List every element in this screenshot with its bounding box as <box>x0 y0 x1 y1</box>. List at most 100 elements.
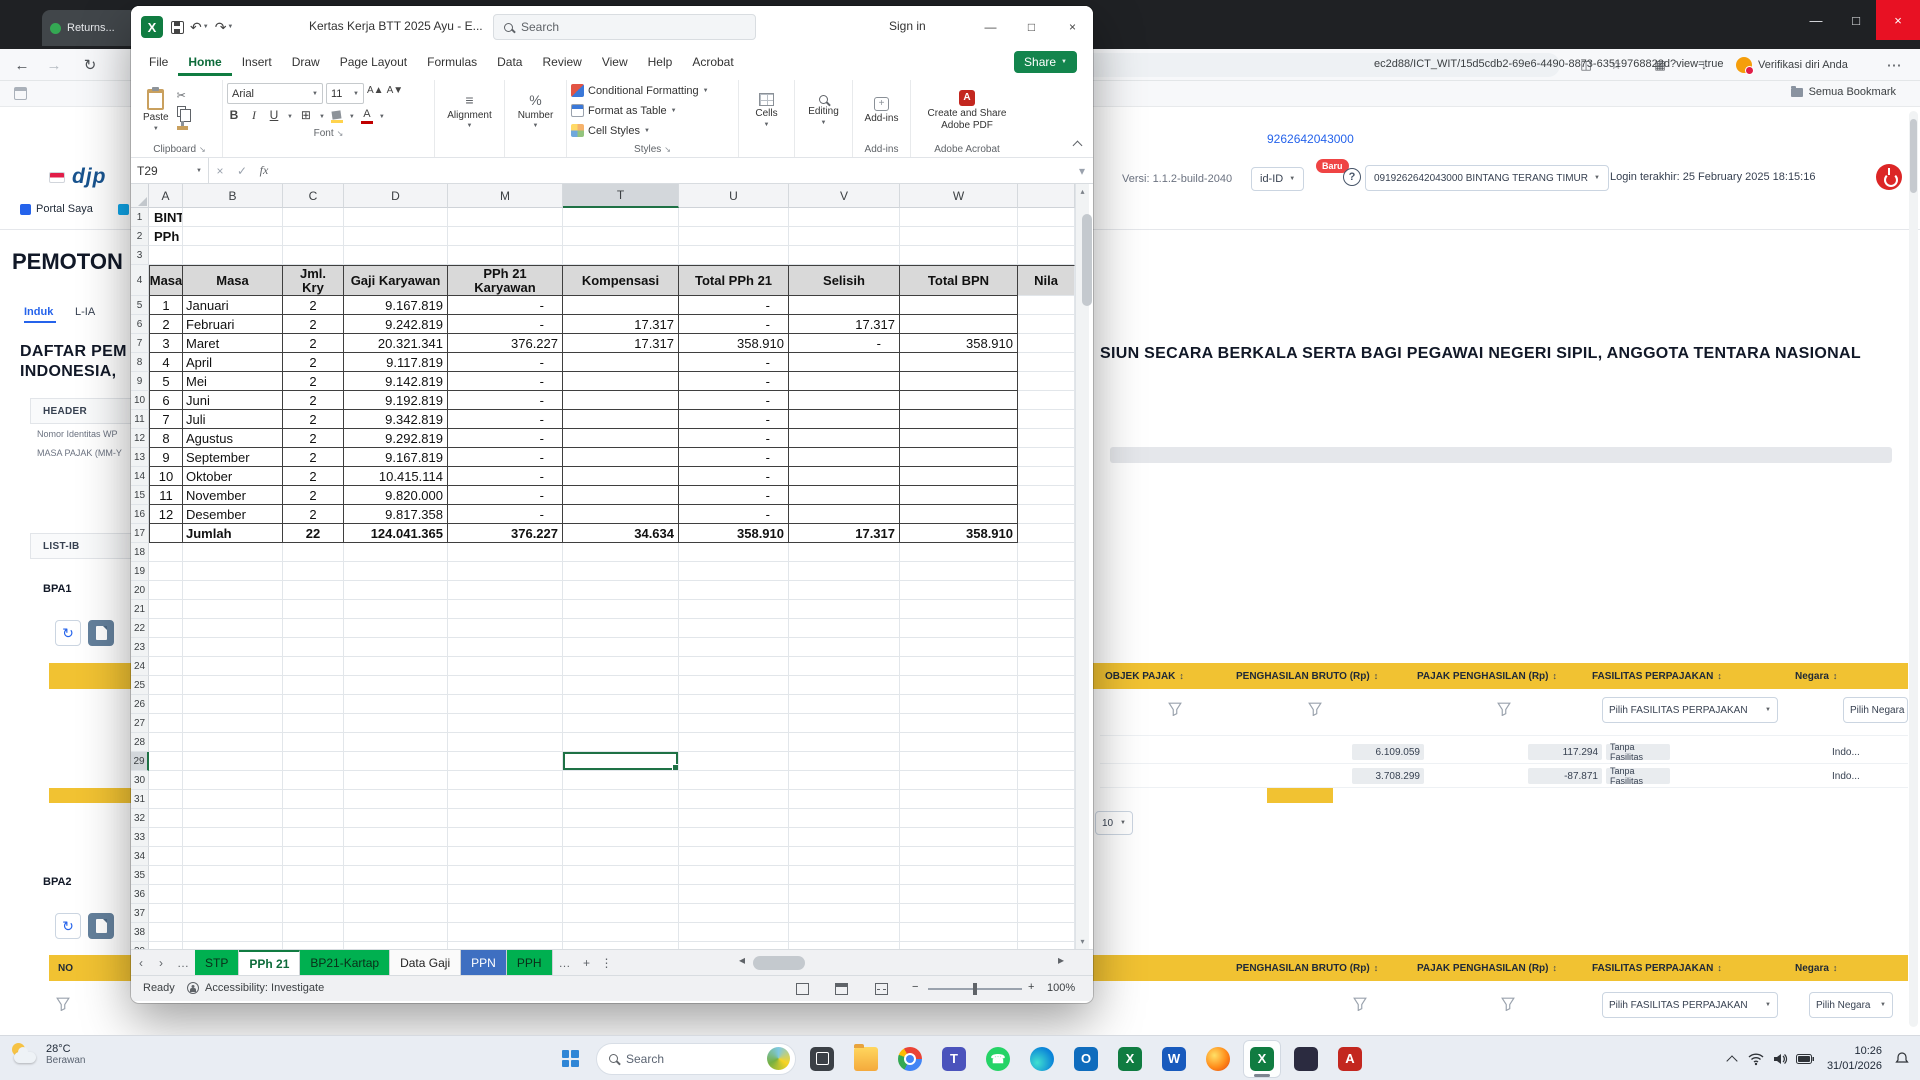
cell-W13[interactable] <box>900 448 1018 467</box>
cell-D6[interactable]: 9.242.819 <box>344 315 448 334</box>
cell-U4[interactable]: Total PPh 21 <box>679 265 789 296</box>
decrease-font-icon[interactable]: A▼ <box>387 85 404 102</box>
cell-W14[interactable] <box>900 467 1018 486</box>
cell-partial22[interactable] <box>1018 619 1075 638</box>
taskbar-app-excel[interactable]: X <box>1111 1040 1149 1078</box>
cell-A17[interactable] <box>149 524 183 543</box>
collapse-ribbon-icon[interactable] <box>1073 141 1083 151</box>
cell-V13[interactable] <box>789 448 900 467</box>
cell-U31[interactable] <box>679 790 789 809</box>
cell-U14[interactable]: - <box>679 467 789 486</box>
cell-B38[interactable] <box>183 923 283 942</box>
col-header-C[interactable]: C <box>283 184 344 208</box>
cell-partial14[interactable] <box>1018 467 1075 486</box>
browser-maximize-button[interactable]: □ <box>1836 0 1876 40</box>
cell-V17[interactable]: 17.317 <box>789 524 900 543</box>
cell-C8[interactable]: 2 <box>283 353 344 372</box>
row-header-12[interactable]: 12 <box>131 429 149 448</box>
row-header-15[interactable]: 15 <box>131 486 149 505</box>
cell-B8[interactable]: April <box>183 353 283 372</box>
cell-A34[interactable] <box>149 847 183 866</box>
cell-D37[interactable] <box>344 904 448 923</box>
cell-partial36[interactable] <box>1018 885 1075 904</box>
cell-W23[interactable] <box>900 638 1018 657</box>
paste-button[interactable]: Paste ▼ <box>141 88 171 133</box>
cell-partial37[interactable] <box>1018 904 1075 923</box>
row-header-37[interactable]: 37 <box>131 904 149 923</box>
cell-M16[interactable]: - <box>448 505 563 524</box>
taskbar-app-file-explorer[interactable] <box>847 1040 885 1078</box>
bold-button[interactable]: B <box>227 108 241 125</box>
cell-V33[interactable] <box>789 828 900 847</box>
cell-B30[interactable] <box>183 771 283 790</box>
cell-D33[interactable] <box>344 828 448 847</box>
cell-U8[interactable]: - <box>679 353 789 372</box>
cell-A7[interactable]: 3 <box>149 334 183 353</box>
page-scrollbar[interactable] <box>1909 111 1918 1027</box>
cell-C25[interactable] <box>283 676 344 695</box>
cell-M9[interactable]: - <box>448 372 563 391</box>
cell-partial6[interactable] <box>1018 315 1075 334</box>
fasilitas-filter-select[interactable]: Pilih FASILITAS PERPAJAKAN▼ <box>1602 697 1778 723</box>
cell-U7[interactable]: 358.910 <box>679 334 789 353</box>
document-button[interactable] <box>88 620 114 646</box>
row-header-23[interactable]: 23 <box>131 638 149 657</box>
cell-partial13[interactable] <box>1018 448 1075 467</box>
row-header-39[interactable]: 39 <box>131 942 149 949</box>
cell-M30[interactable] <box>448 771 563 790</box>
cell-W36[interactable] <box>900 885 1018 904</box>
col-header-no[interactable]: NO <box>58 955 73 981</box>
cell-T19[interactable] <box>563 562 679 581</box>
cell-B29[interactable] <box>183 752 283 771</box>
cell-partial19[interactable] <box>1018 562 1075 581</box>
cell-V24[interactable] <box>789 657 900 676</box>
cell-T36[interactable] <box>563 885 679 904</box>
cell-W19[interactable] <box>900 562 1018 581</box>
cell-D31[interactable] <box>344 790 448 809</box>
cell-M19[interactable] <box>448 562 563 581</box>
ribbon-format-as-table-button[interactable]: Format as Table▼ <box>571 101 709 120</box>
cell-A16[interactable]: 12 <box>149 505 183 524</box>
favorites-star-icon[interactable]: ☆ <box>1602 49 1630 81</box>
cell-partial24[interactable] <box>1018 657 1075 676</box>
cell-T5[interactable] <box>563 296 679 315</box>
cell-partial31[interactable] <box>1018 790 1075 809</box>
hscrollbar-thumb[interactable] <box>753 956 805 970</box>
accessibility-status[interactable]: Accessibility: Investigate <box>205 982 324 994</box>
cell-V20[interactable] <box>789 581 900 600</box>
cell-W27[interactable] <box>900 714 1018 733</box>
cell-T12[interactable] <box>563 429 679 448</box>
cell-M23[interactable] <box>448 638 563 657</box>
sheet-options-icon[interactable]: ⋮ <box>597 950 617 975</box>
cell-partial26[interactable] <box>1018 695 1075 714</box>
cell-T31[interactable] <box>563 790 679 809</box>
row-header-19[interactable]: 19 <box>131 562 149 581</box>
page-size-select[interactable]: 10▼ <box>1095 811 1133 835</box>
taskbar-app-word[interactable]: W <box>1155 1040 1193 1078</box>
cell-D21[interactable] <box>344 600 448 619</box>
cell-A13[interactable]: 9 <box>149 448 183 467</box>
cell-U24[interactable] <box>679 657 789 676</box>
cell-V1[interactable] <box>789 208 900 227</box>
cell-partial18[interactable] <box>1018 543 1075 562</box>
cell-W25[interactable] <box>900 676 1018 695</box>
cell-W5[interactable] <box>900 296 1018 315</box>
cell-D3[interactable] <box>344 246 448 265</box>
cell-V21[interactable] <box>789 600 900 619</box>
cell-A26[interactable] <box>149 695 183 714</box>
name-box[interactable]: T29▼ <box>131 158 209 183</box>
cell-A19[interactable] <box>149 562 183 581</box>
cell-A10[interactable]: 6 <box>149 391 183 410</box>
cell-C30[interactable] <box>283 771 344 790</box>
cell-V36[interactable] <box>789 885 900 904</box>
font-size-select[interactable]: 11▼ <box>326 83 364 104</box>
scrollbar-thumb[interactable] <box>1910 119 1917 193</box>
hidden-icons-chevron[interactable] <box>1726 1055 1737 1066</box>
cell-M10[interactable]: - <box>448 391 563 410</box>
cell-D19[interactable] <box>344 562 448 581</box>
cell-W18[interactable] <box>900 543 1018 562</box>
wifi-icon[interactable] <box>1748 1051 1764 1067</box>
cell-U6[interactable]: - <box>679 315 789 334</box>
ribbon-cell-styles-button[interactable]: Cell Styles▼ <box>571 121 709 140</box>
scrollbar-thumb[interactable] <box>1082 214 1092 306</box>
